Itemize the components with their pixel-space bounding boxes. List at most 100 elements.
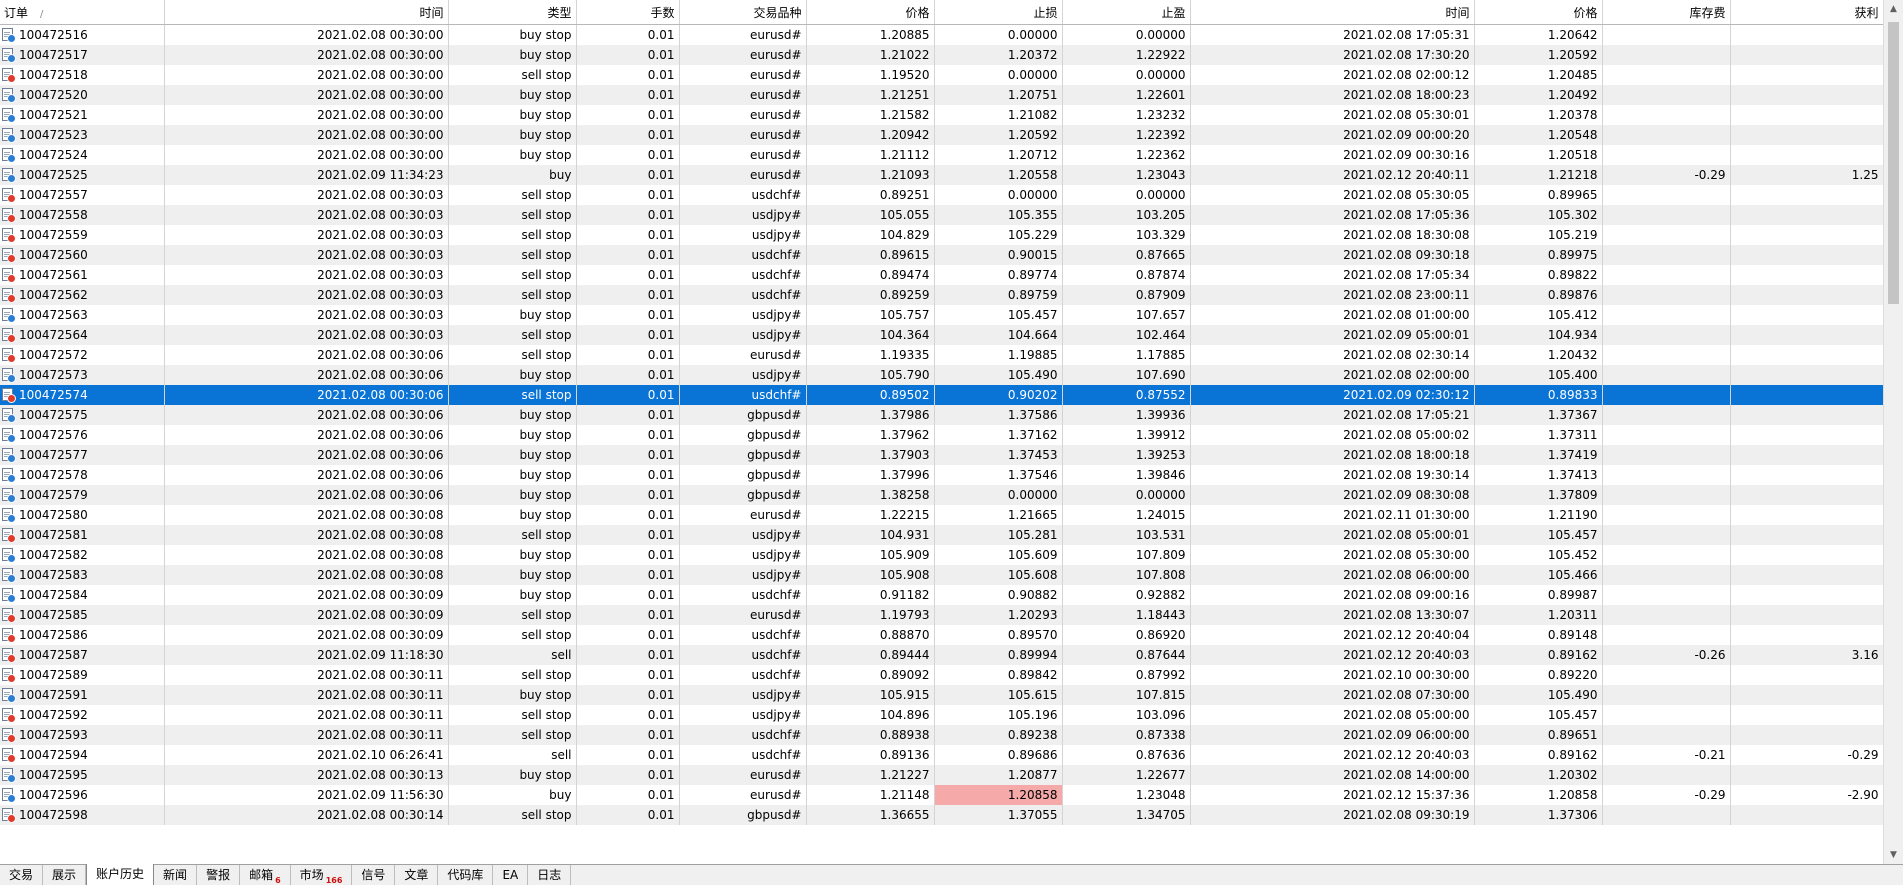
table-row[interactable]: 100472572 2021.02.08 00:30:06 sell stop 0.0… <box>0 345 1883 365</box>
tab-4[interactable]: 警报 <box>197 865 241 885</box>
col-header-type[interactable]: 类型 <box>448 0 577 25</box>
scroll-down-arrow-icon[interactable]: ▼ <box>1884 846 1903 864</box>
tab-3[interactable]: 新闻 <box>154 865 198 885</box>
table-row[interactable]: 100472594 2021.02.10 06:26:41 sell 0.01 usdc… <box>0 745 1883 765</box>
cell-take-profit: 0.86920 <box>1062 625 1191 645</box>
table-row[interactable]: 100472582 2021.02.08 00:30:08 buy stop 0.01… <box>0 545 1883 565</box>
cell-swap: -0.29 <box>1602 785 1731 805</box>
cell-type: sell stop <box>448 205 577 225</box>
table-row[interactable]: 100472595 2021.02.08 00:30:13 buy stop 0.01… <box>0 765 1883 785</box>
col-header-profit[interactable]: 获利 <box>1730 0 1883 25</box>
table-row[interactable]: 100472557 2021.02.08 00:30:03 sell stop 0.0… <box>0 185 1883 205</box>
cell-swap <box>1602 805 1731 825</box>
col-header-symbol[interactable]: 交易品种 <box>679 0 807 25</box>
table-row[interactable]: 100472573 2021.02.08 00:30:06 buy stop 0.01… <box>0 365 1883 385</box>
table-row[interactable]: 100472558 2021.02.08 00:30:03 sell stop 0.0… <box>0 205 1883 225</box>
table-row[interactable]: 100472575 2021.02.08 00:30:06 buy stop 0.01… <box>0 405 1883 425</box>
order-id: 100472589 <box>19 668 88 682</box>
table-row[interactable]: 100472520 2021.02.08 00:30:00 buy stop 0.01… <box>0 85 1883 105</box>
order-id: 100472580 <box>19 508 88 522</box>
cell-order: 100472520 <box>0 85 165 105</box>
table-row[interactable]: 100472578 2021.02.08 00:30:06 buy stop 0.01… <box>0 465 1883 485</box>
scroll-up-arrow-icon[interactable]: ▲ <box>1884 0 1903 18</box>
col-header-close-price[interactable]: 价格 <box>1474 0 1603 25</box>
table-row[interactable]: 100472574 2021.02.08 00:30:06 sell stop 0.0… <box>0 385 1883 405</box>
tab-11[interactable]: 日志 <box>528 865 572 885</box>
table-row[interactable]: 100472577 2021.02.08 00:30:06 buy stop 0.01… <box>0 445 1883 465</box>
cell-open-price: 1.21227 <box>806 765 935 785</box>
table-row[interactable]: 100472525 2021.02.09 11:34:23 buy 0.01 eurus… <box>0 165 1883 185</box>
cell-close-time: 2021.02.08 17:05:31 <box>1190 24 1475 45</box>
order-id: 100472595 <box>19 768 88 782</box>
table-row[interactable]: 100472596 2021.02.09 11:56:30 buy 0.01 eurus… <box>0 785 1883 805</box>
table-row[interactable]: 100472592 2021.02.08 00:30:11 sell stop 0.0… <box>0 705 1883 725</box>
cell-open-price: 1.21093 <box>806 165 935 185</box>
col-header-close-time[interactable]: 时间 <box>1190 0 1475 25</box>
table-row[interactable]: 100472564 2021.02.08 00:30:03 sell stop 0.0… <box>0 325 1883 345</box>
cell-swap: -0.29 <box>1602 165 1731 185</box>
col-header-swap[interactable]: 库存费 <box>1602 0 1731 25</box>
col-header-lots[interactable]: 手数 <box>576 0 680 25</box>
col-header-take-profit[interactable]: 止盈 <box>1062 0 1191 25</box>
table-row[interactable]: 100472516 2021.02.08 00:30:00 buy stop 0.01… <box>0 24 1883 45</box>
table-row[interactable]: 100472518 2021.02.08 00:30:00 sell stop 0.0… <box>0 65 1883 85</box>
col-header-order[interactable]: 订单 / <box>0 0 165 25</box>
tab-9[interactable]: 代码库 <box>438 865 494 885</box>
cell-take-profit: 0.87874 <box>1062 265 1191 285</box>
scroll-thumb[interactable] <box>1888 22 1899 304</box>
cell-swap <box>1602 365 1731 385</box>
table-row[interactable]: 100472524 2021.02.08 00:30:00 buy stop 0.01… <box>0 145 1883 165</box>
cell-close-time: 2021.02.08 05:00:00 <box>1190 705 1475 725</box>
tab-8[interactable]: 文章 <box>395 865 439 885</box>
table-row[interactable]: 100472587 2021.02.09 11:18:30 sell 0.01 usdc… <box>0 645 1883 665</box>
tab-10[interactable]: EA <box>493 865 529 885</box>
table-row[interactable]: 100472598 2021.02.08 00:30:14 sell stop 0.0… <box>0 805 1883 825</box>
col-header-open-price[interactable]: 价格 <box>806 0 935 25</box>
vertical-scrollbar[interactable]: ▲ ▼ <box>1883 0 1903 864</box>
tab-label: 新闻 <box>163 868 188 882</box>
tab-badge: 6 <box>275 876 281 885</box>
table-row[interactable]: 100472589 2021.02.08 00:30:11 sell stop 0.0… <box>0 665 1883 685</box>
cell-order: 100472557 <box>0 185 165 205</box>
table-row[interactable]: 100472586 2021.02.08 00:30:09 sell stop 0.0… <box>0 625 1883 645</box>
table-row[interactable]: 100472517 2021.02.08 00:30:00 buy stop 0.01… <box>0 45 1883 65</box>
table-row[interactable]: 100472585 2021.02.08 00:30:09 sell stop 0.0… <box>0 605 1883 625</box>
tab-5[interactable]: 邮箱 6 <box>240 865 291 885</box>
cell-profit <box>1730 185 1883 205</box>
buy-order-icon <box>2 308 16 323</box>
table-row[interactable]: 100472576 2021.02.08 00:30:06 buy stop 0.01… <box>0 425 1883 445</box>
table-row[interactable]: 100472560 2021.02.08 00:30:03 sell stop 0.0… <box>0 245 1883 265</box>
cell-take-profit: 1.24015 <box>1062 505 1191 525</box>
table-row[interactable]: 100472583 2021.02.08 00:30:08 buy stop 0.01… <box>0 565 1883 585</box>
cell-symbol: gbpusd# <box>679 805 807 825</box>
tab-0[interactable]: 交易 <box>0 865 44 885</box>
cell-symbol: usdjpy# <box>679 705 807 725</box>
table-row[interactable]: 100472581 2021.02.08 00:30:08 sell stop 0.0… <box>0 525 1883 545</box>
cell-swap <box>1602 545 1731 565</box>
cell-close-time: 2021.02.08 01:00:00 <box>1190 305 1475 325</box>
cell-profit <box>1730 425 1883 445</box>
col-header-stop-loss[interactable]: 止损 <box>934 0 1063 25</box>
table-row[interactable]: 100472562 2021.02.08 00:30:03 sell stop 0.0… <box>0 285 1883 305</box>
cell-symbol: usdjpy# <box>679 565 807 585</box>
tab-1[interactable]: 展示 <box>43 865 87 885</box>
col-header-open-time[interactable]: 时间 <box>164 0 449 25</box>
table-row[interactable]: 100472593 2021.02.08 00:30:11 sell stop 0.0… <box>0 725 1883 745</box>
table-row[interactable]: 100472580 2021.02.08 00:30:08 buy stop 0.01… <box>0 505 1883 525</box>
cell-close-time: 2021.02.12 20:40:04 <box>1190 625 1475 645</box>
table-row[interactable]: 100472523 2021.02.08 00:30:00 buy stop 0.01… <box>0 125 1883 145</box>
tab-2[interactable]: 账户历史 <box>86 864 155 885</box>
table-row[interactable]: 100472559 2021.02.08 00:30:03 sell stop 0.0… <box>0 225 1883 245</box>
table-row[interactable]: 100472561 2021.02.08 00:30:03 sell stop 0.0… <box>0 265 1883 285</box>
table-row[interactable]: 100472579 2021.02.08 00:30:06 buy stop 0.01… <box>0 485 1883 505</box>
table-row[interactable]: 100472521 2021.02.08 00:30:00 buy stop 0.01… <box>0 105 1883 125</box>
table-row[interactable]: 100472591 2021.02.08 00:30:11 buy stop 0.01… <box>0 685 1883 705</box>
cell-take-profit: 0.87992 <box>1062 665 1191 685</box>
cell-open-time: 2021.02.08 00:30:03 <box>164 205 449 225</box>
cell-stop-loss: 0.00000 <box>934 65 1063 85</box>
cell-profit: -0.29 <box>1730 745 1883 765</box>
tab-7[interactable]: 信号 <box>352 865 396 885</box>
table-row[interactable]: 100472584 2021.02.08 00:30:09 buy stop 0.01… <box>0 585 1883 605</box>
tab-6[interactable]: 市场 166 <box>291 865 353 885</box>
table-row[interactable]: 100472563 2021.02.08 00:30:03 buy stop 0.01… <box>0 305 1883 325</box>
